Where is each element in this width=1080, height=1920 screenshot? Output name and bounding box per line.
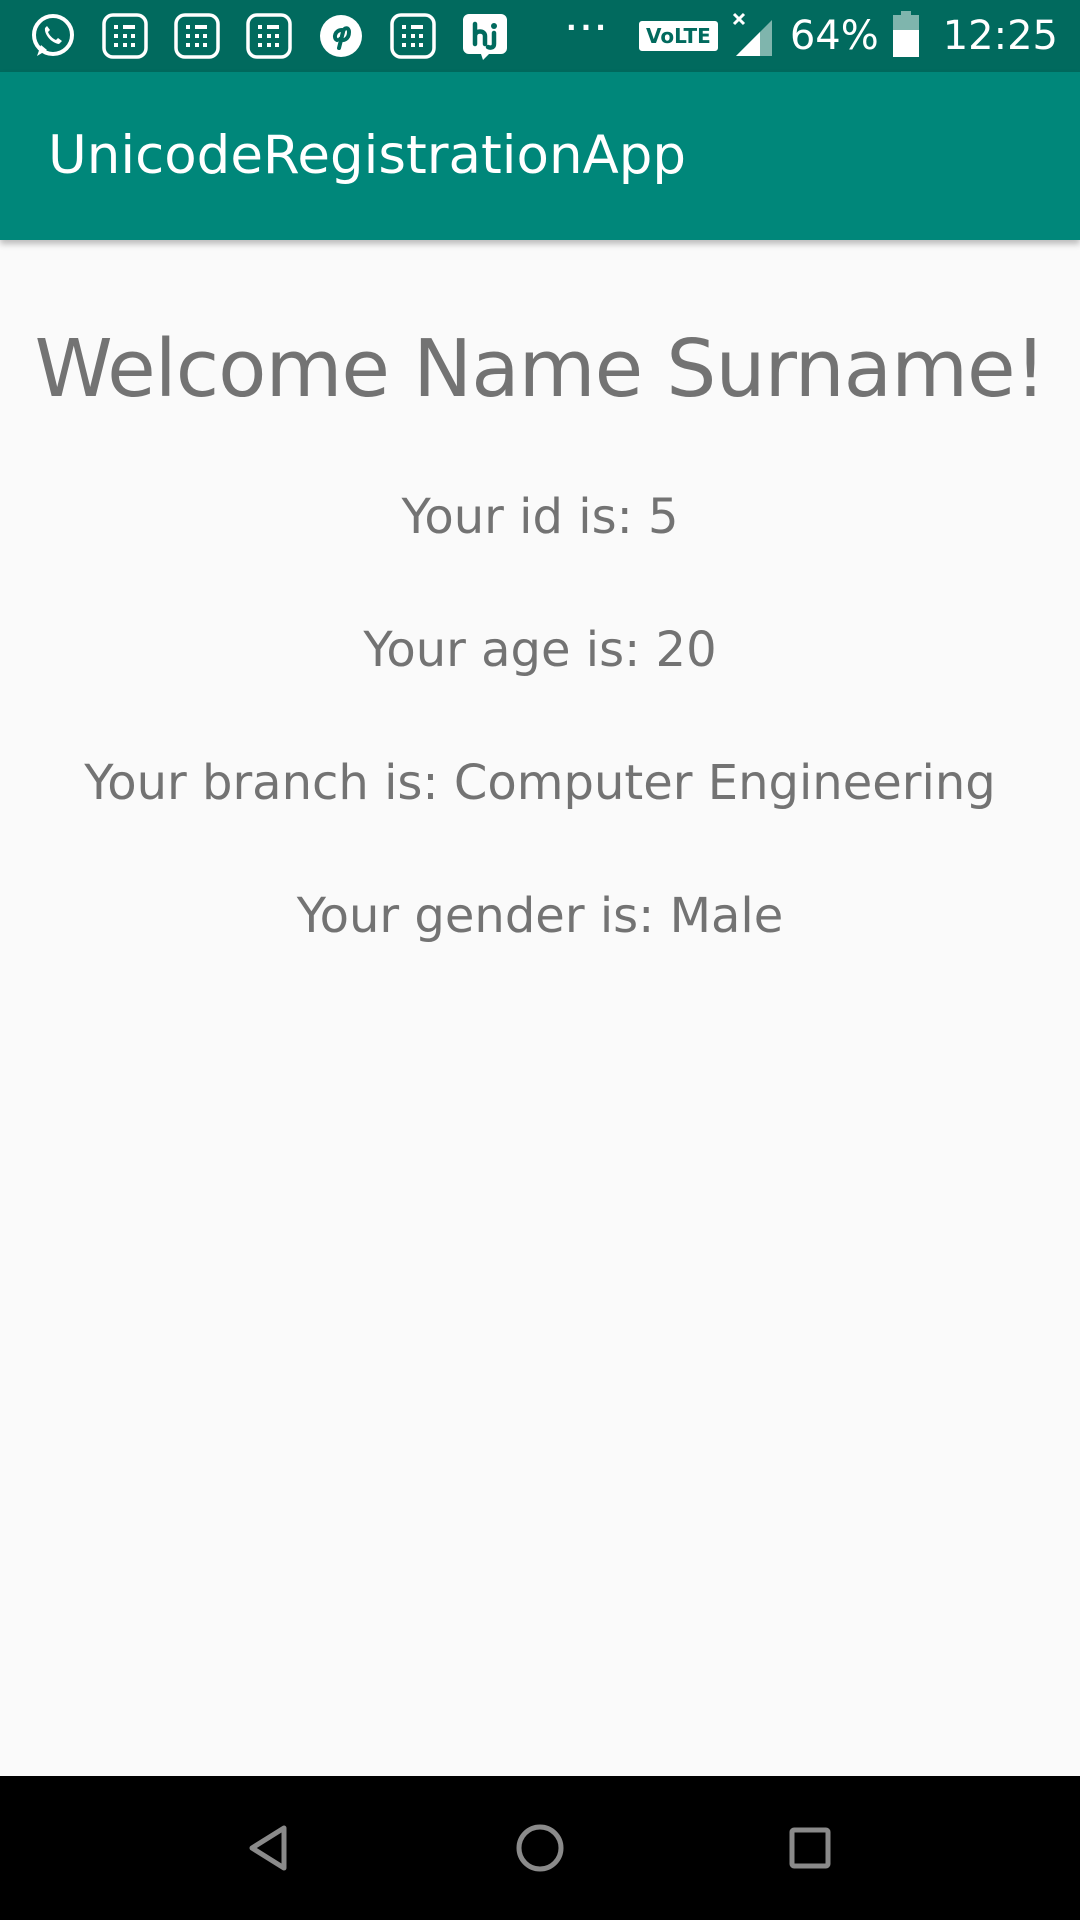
status-bar: ··· VoLTE 64% 12:25 <box>0 0 1080 72</box>
battery-percent: 64% <box>789 13 879 59</box>
app-bar: UnicodeRegistrationApp <box>0 72 1080 240</box>
branch-text: Your branch is: Computer Engineering <box>84 755 996 811</box>
app-title: UnicodeRegistrationApp <box>48 125 687 186</box>
id-text: Your id is: 5 <box>401 489 679 545</box>
notification-app-icon <box>100 11 150 61</box>
welcome-heading: Welcome Name Surname! <box>34 323 1047 415</box>
back-icon <box>249 1825 287 1871</box>
volte-badge: VoLTE <box>638 21 718 51</box>
age-text: Your age is: 20 <box>363 622 717 678</box>
signal-icon <box>732 10 776 62</box>
system-status: VoLTE 64% 12:25 <box>638 0 1058 72</box>
home-button[interactable] <box>504 1812 576 1884</box>
hike-icon <box>460 11 510 61</box>
home-icon <box>516 1824 564 1872</box>
whatsapp-icon <box>28 11 78 61</box>
more-notifications-icon: ··· <box>566 11 610 44</box>
navigation-bar <box>0 1776 1080 1920</box>
gender-text: Your gender is: Male <box>296 888 784 944</box>
notification-app-icon <box>172 11 222 61</box>
battery-icon <box>892 11 919 61</box>
notification-app-icon <box>244 11 294 61</box>
pinterest-icon <box>316 11 366 61</box>
clock: 12:25 <box>942 13 1058 59</box>
notification-icons: ··· <box>28 12 610 60</box>
recents-button[interactable] <box>774 1812 846 1884</box>
back-button[interactable] <box>234 1812 306 1884</box>
recents-icon <box>789 1827 831 1869</box>
notification-app-icon <box>388 11 438 61</box>
